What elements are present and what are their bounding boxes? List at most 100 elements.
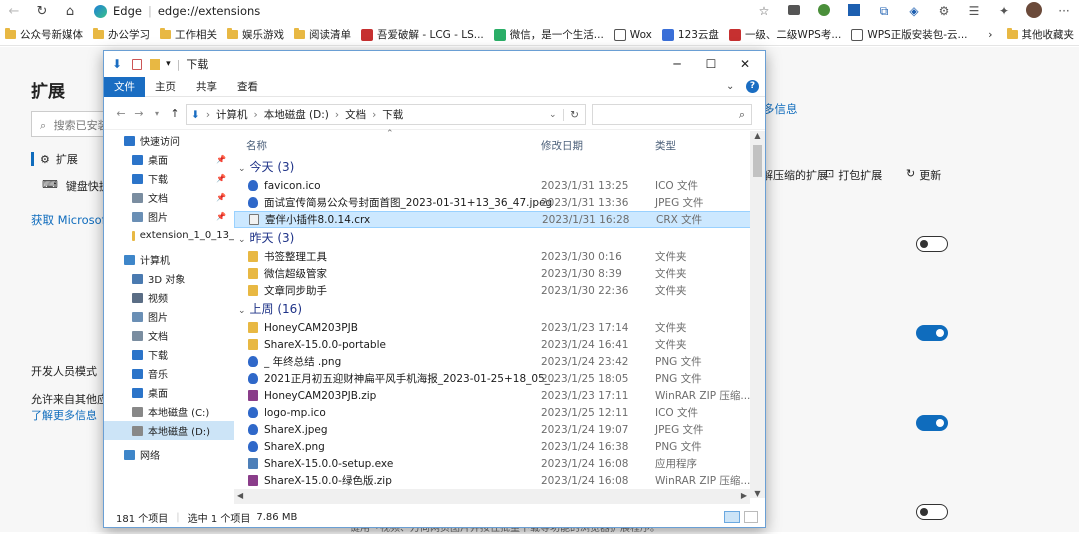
horizontal-scrollbar[interactable]: ◀ ▶ bbox=[234, 489, 750, 504]
extension-toggle-3[interactable] bbox=[916, 415, 948, 431]
sidebar-item[interactable]: 桌面 bbox=[104, 383, 234, 402]
nav-shortcuts[interactable]: ⌨ 键盘快捷方式 bbox=[42, 178, 103, 194]
bookmark-item[interactable]: 阅读清单 bbox=[289, 27, 356, 42]
sidebar-item[interactable]: 下载 bbox=[104, 345, 234, 364]
sidebar-item[interactable]: 音乐 bbox=[104, 364, 234, 383]
tab-share[interactable]: 共享 bbox=[186, 77, 227, 97]
up-icon[interactable]: ↑ bbox=[166, 107, 184, 120]
breadcrumb-item[interactable]: 文档 bbox=[345, 107, 366, 122]
sidebar-item[interactable]: extension_1_0_13_ bbox=[104, 226, 234, 245]
pin-icon[interactable]: 📌 bbox=[216, 212, 226, 221]
column-name[interactable]: 名称 bbox=[246, 138, 267, 153]
pin-icon[interactable]: 📌 bbox=[216, 193, 226, 202]
file-row[interactable]: 2021正月初五迎财神扁平风手机海报_2023-01-25+18_05_... 2… bbox=[234, 370, 752, 387]
ribbon-expand-icon[interactable]: ⌄ bbox=[726, 81, 734, 92]
help-icon[interactable]: ? bbox=[746, 80, 759, 93]
address-dropdown-icon[interactable]: ⌄ bbox=[549, 110, 557, 120]
scroll-right-icon[interactable]: ▶ bbox=[741, 491, 747, 500]
file-row[interactable]: 书签整理工具 2023/1/30 0:16 文件夹 bbox=[234, 248, 752, 265]
file-row[interactable]: ShareX.png 2023/1/24 16:38 PNG 文件 bbox=[234, 438, 752, 455]
bookmark-item[interactable]: 123云盘 bbox=[657, 27, 724, 42]
bookmark-item[interactable]: 办公学习 bbox=[88, 27, 155, 42]
collections-icon[interactable]: ☰ bbox=[959, 4, 989, 18]
other-favorites[interactable]: › 其他收藏夹 bbox=[983, 27, 1079, 42]
scroll-left-icon[interactable]: ◀ bbox=[237, 491, 243, 500]
quick-download-icon[interactable]: ⬇ bbox=[112, 57, 122, 71]
group-header[interactable]: ⌄ 昨天 (3) bbox=[234, 228, 752, 248]
file-row[interactable]: 微信超级管家 2023/1/30 8:39 文件夹 bbox=[234, 265, 752, 282]
large-icons-view-icon[interactable] bbox=[744, 511, 758, 523]
recent-dropdown-icon[interactable]: ▾ bbox=[148, 109, 166, 118]
back-icon[interactable]: ← bbox=[112, 107, 130, 120]
tab-view[interactable]: 查看 bbox=[227, 77, 268, 97]
bookmark-item[interactable]: 吾爱破解 - LCG - LS... bbox=[356, 27, 489, 42]
file-row[interactable]: ShareX-15.0.0-绿色版.zip 2023/1/24 16:08 WinR… bbox=[234, 472, 752, 489]
bookmark-item[interactable]: 工作相关 bbox=[155, 27, 222, 42]
extension-icon-3[interactable]: ⧉ bbox=[869, 4, 899, 19]
sidebar-item[interactable]: 桌面 📌 bbox=[104, 150, 234, 169]
properties-icon[interactable] bbox=[132, 58, 143, 70]
breadcrumb[interactable]: ⬇ › 计算机 › 本地磁盘 (D:) › 文档 › 下载 ⌄ ↻ bbox=[186, 104, 586, 125]
file-row[interactable]: 文章同步助手 2023/1/30 22:36 文件夹 bbox=[234, 282, 752, 299]
nav-extensions[interactable]: ⚙ 扩展 bbox=[31, 151, 103, 167]
scroll-down-icon[interactable]: ▼ bbox=[750, 489, 765, 498]
extension-icon-2[interactable] bbox=[809, 3, 839, 19]
more-icon[interactable]: ··· bbox=[1049, 4, 1079, 18]
sidebar-item[interactable]: 计算机 bbox=[104, 250, 234, 269]
pin-icon[interactable]: 📌 bbox=[216, 174, 226, 183]
file-row[interactable]: logo-mp.ico 2023/1/25 12:11 ICO 文件 bbox=[234, 404, 752, 421]
bookmark-item[interactable]: 娱乐游戏 bbox=[222, 27, 289, 42]
sidebar-item[interactable]: 3D 对象 bbox=[104, 269, 234, 288]
refresh-icon[interactable]: ↻ bbox=[563, 108, 585, 121]
sidebar-item[interactable]: 本地磁盘 (C:) bbox=[104, 402, 234, 421]
forward-icon[interactable]: → bbox=[130, 107, 148, 120]
sidebar-item[interactable]: 文档 📌 bbox=[104, 188, 234, 207]
collapse-chevron-icon[interactable]: ⌄ bbox=[238, 164, 246, 174]
details-view-icon[interactable] bbox=[724, 511, 740, 523]
sidebar-item[interactable]: 图片 📌 bbox=[104, 207, 234, 226]
scroll-thumb[interactable] bbox=[753, 145, 762, 177]
bookmark-item[interactable]: 一级、二级WPS考... bbox=[724, 27, 846, 42]
extension-toggle-2[interactable] bbox=[916, 325, 948, 341]
file-row[interactable]: HoneyCAM203PJB.zip 2023/1/23 17:11 WinRAR … bbox=[234, 387, 752, 404]
bookmark-item[interactable]: Wox bbox=[609, 28, 657, 41]
file-row[interactable]: 面试宣传简易公众号封面首图_2023-01-31+13_36_47.jpeg 20… bbox=[234, 194, 752, 211]
collapse-chevron-icon[interactable]: ⌄ bbox=[238, 306, 246, 316]
address-bar[interactable]: Edge | edge://extensions bbox=[94, 1, 260, 21]
bookmark-item[interactable]: 公众号新媒体 bbox=[0, 27, 88, 42]
breadcrumb-item[interactable]: 本地磁盘 (D:) bbox=[264, 107, 329, 122]
sidebar-item[interactable]: 下载 📌 bbox=[104, 169, 234, 188]
new-folder-icon[interactable] bbox=[150, 58, 161, 70]
back-icon[interactable]: ← bbox=[0, 0, 28, 22]
extension-toggle-1[interactable] bbox=[916, 236, 948, 252]
get-extensions-link[interactable]: 获取 Microsoft Edge 扩展 bbox=[31, 212, 103, 228]
close-button[interactable]: ✕ bbox=[728, 51, 762, 77]
extension-icon-1[interactable] bbox=[779, 4, 809, 18]
favorite-star-icon[interactable]: ☆ bbox=[749, 4, 779, 18]
avatar[interactable] bbox=[1019, 1, 1049, 21]
file-row[interactable]: 壹伴小插件8.0.14.crx 2023/1/31 16:28 CRX 文件 bbox=[234, 211, 752, 228]
scroll-up-icon[interactable]: ▲ bbox=[750, 131, 765, 145]
file-row[interactable]: ShareX-15.0.0-portable 2023/1/24 16:41 文件夹 bbox=[234, 336, 752, 353]
bookmark-item[interactable]: 微信，是一个生活... bbox=[489, 27, 609, 42]
file-row[interactable]: favicon.ico 2023/1/31 13:25 ICO 文件 bbox=[234, 177, 752, 194]
search-input[interactable]: ⌕ bbox=[592, 104, 752, 125]
refresh-icon[interactable]: ↻ bbox=[28, 0, 56, 22]
qat-dropdown-icon[interactable]: ▾ bbox=[166, 59, 171, 69]
sidebar-item[interactable]: 本地磁盘 (D:) bbox=[104, 421, 234, 440]
group-header[interactable]: ⌄ 上周 (16) bbox=[234, 299, 752, 319]
file-row[interactable]: HoneyCAM203PJB 2023/1/23 17:14 文件夹 bbox=[234, 319, 752, 336]
tab-file[interactable]: 文件 bbox=[104, 76, 145, 97]
sidebar-item[interactable]: 视频 bbox=[104, 288, 234, 307]
load-unpacked-button[interactable]: 解压缩的扩展 bbox=[762, 167, 828, 183]
group-header[interactable]: ⌄ 今天 (3) bbox=[234, 157, 752, 177]
extension-toggle-4[interactable] bbox=[916, 504, 948, 520]
sidebar-item[interactable]: 图片 bbox=[104, 307, 234, 326]
extension-icon-4[interactable]: ◈ bbox=[899, 4, 929, 18]
collapse-chevron-icon[interactable]: ⌄ bbox=[238, 235, 246, 245]
chevron-right-icon[interactable]: › bbox=[988, 29, 992, 41]
tab-home[interactable]: 主页 bbox=[145, 77, 186, 97]
learn-more-link[interactable]: 了解更多信息 bbox=[31, 407, 97, 423]
maximize-button[interactable]: ☐ bbox=[694, 51, 728, 77]
settings-gear-icon[interactable]: ✦ bbox=[989, 4, 1019, 18]
